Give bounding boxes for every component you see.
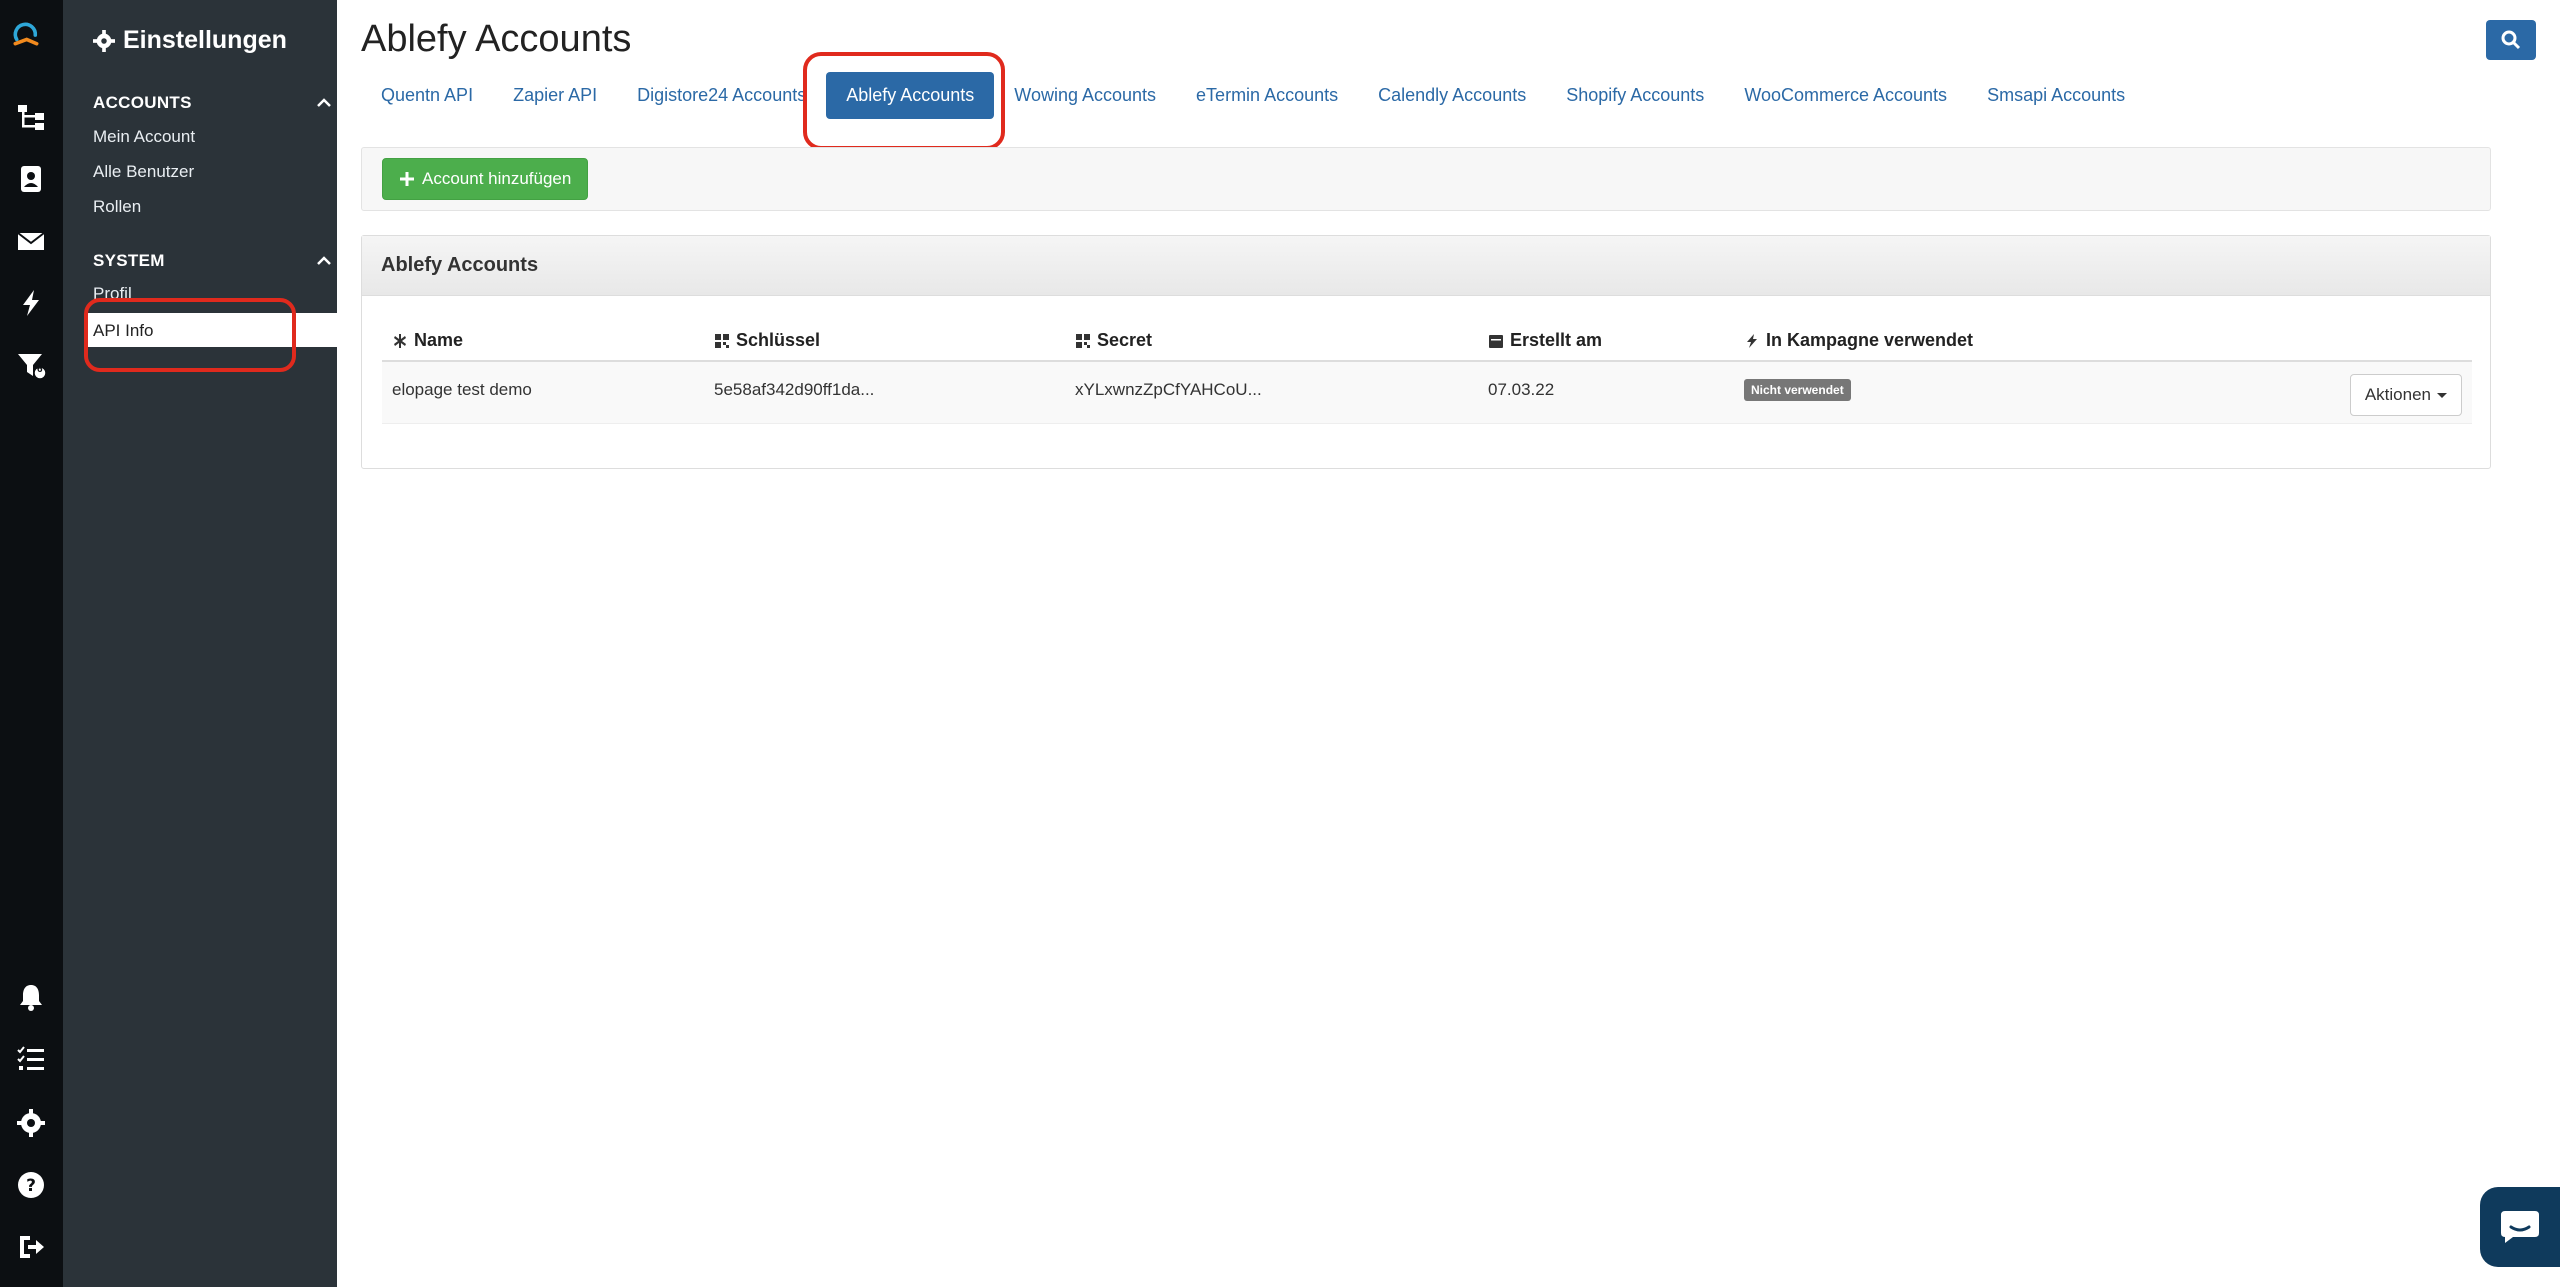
funnel-badge: 6	[37, 364, 43, 375]
tab-quentn-api[interactable]: Quentn API	[361, 72, 493, 119]
cog-icon	[93, 29, 115, 52]
tasks-icon[interactable]	[14, 1042, 48, 1076]
tab-woocommerce-accounts[interactable]: WooCommerce Accounts	[1724, 72, 1967, 119]
accounts-table: Name Schlüssel Secret Erstellt am In Kam…	[382, 316, 2472, 424]
column-secret[interactable]: Secret	[1075, 330, 1152, 351]
tab-digistore24-accounts[interactable]: Digistore24 Accounts	[617, 72, 826, 119]
settings-sidebar: Einstellungen ACCOUNTS Mein Account Alle…	[63, 0, 381, 1287]
asterisk-icon	[394, 333, 406, 348]
caret-down-icon	[2437, 392, 2447, 398]
tab-wowing-accounts[interactable]: Wowing Accounts	[994, 72, 1176, 119]
tab-shopify-accounts[interactable]: Shopify Accounts	[1546, 72, 1724, 119]
sidebar-item-api-info[interactable]: API Info	[85, 313, 381, 347]
section-accounts[interactable]: ACCOUNTS	[93, 93, 333, 113]
actions-dropdown-button[interactable]: Aktionen	[2349, 374, 2462, 416]
tab-calendly-accounts[interactable]: Calendly Accounts	[1358, 72, 1546, 119]
cell-secret: xYLxwnzZpCfYAHCoU...	[1075, 380, 1262, 399]
add-account-button[interactable]: Account hinzufügen	[382, 158, 589, 200]
status-badge: Nicht verwendet	[1744, 379, 1851, 401]
bell-icon[interactable]	[14, 980, 48, 1014]
funnel-icon[interactable]: 6	[14, 348, 48, 382]
column-created[interactable]: Erstellt am	[1488, 330, 1602, 351]
search-button[interactable]	[2486, 20, 2536, 60]
toolbar: Account hinzufügen	[361, 147, 2491, 211]
section-system[interactable]: SYSTEM	[93, 251, 333, 271]
gear-icon[interactable]	[14, 1106, 48, 1140]
qrcode-icon	[1076, 333, 1090, 348]
bolt-icon[interactable]	[14, 286, 48, 320]
cell-name: elopage test demo	[392, 380, 532, 399]
column-name[interactable]: Name	[392, 330, 463, 351]
column-key[interactable]: Schlüssel	[714, 330, 820, 351]
sidebar-item-mein-account[interactable]: Mein Account	[93, 127, 195, 147]
sidebar-item-profil[interactable]: Profil	[93, 284, 132, 304]
envelope-icon[interactable]	[14, 224, 48, 258]
chat-icon	[2501, 1211, 2539, 1243]
chevron-up-icon[interactable]	[315, 94, 333, 112]
panel-title: Ablefy Accounts	[362, 236, 2490, 296]
plus-icon	[400, 172, 414, 186]
sidebar-item-alle-benutzer[interactable]: Alle Benutzer	[93, 162, 194, 182]
tab-etermin-accounts[interactable]: eTermin Accounts	[1176, 72, 1358, 119]
contacts-icon[interactable]	[14, 162, 48, 196]
sidebar-title: Einstellungen	[93, 26, 287, 55]
qrcode-icon	[715, 333, 729, 348]
table-header: Name Schlüssel Secret Erstellt am In Kam…	[382, 316, 2472, 362]
accounts-panel: Ablefy Accounts Name Schlüssel Secret Er…	[361, 235, 2491, 469]
calendar-icon	[1489, 334, 1503, 348]
help-icon[interactable]: ?	[14, 1168, 48, 1202]
account-tabs: Quentn API Zapier API Digistore24 Accoun…	[361, 72, 2145, 119]
logout-icon[interactable]	[14, 1230, 48, 1264]
sitemap-icon[interactable]	[14, 100, 48, 134]
cell-key: 5e58af342d90ff1da...	[714, 380, 875, 399]
cell-created: 07.03.22	[1488, 380, 1555, 399]
table-row: elopage test demo 5e58af342d90ff1da... x…	[382, 362, 2472, 424]
chat-widget-button[interactable]	[2480, 1187, 2560, 1267]
chevron-up-icon[interactable]	[315, 252, 333, 270]
page-title: Ablefy Accounts	[361, 18, 632, 60]
column-used-in-campaign[interactable]: In Kampagne verwendet	[1744, 330, 1973, 351]
sidebar-item-rollen[interactable]: Rollen	[93, 197, 141, 217]
logo-icon[interactable]	[11, 18, 53, 60]
tab-zapier-api[interactable]: Zapier API	[493, 72, 617, 119]
search-icon	[2501, 30, 2521, 50]
tab-smsapi-accounts[interactable]: Smsapi Accounts	[1967, 72, 2145, 119]
tab-ablefy-accounts[interactable]: Ablefy Accounts	[826, 72, 995, 119]
bolt-icon	[1747, 333, 1757, 348]
svg-text:?: ?	[26, 1176, 36, 1196]
icon-rail: 6 ?	[0, 0, 63, 1287]
